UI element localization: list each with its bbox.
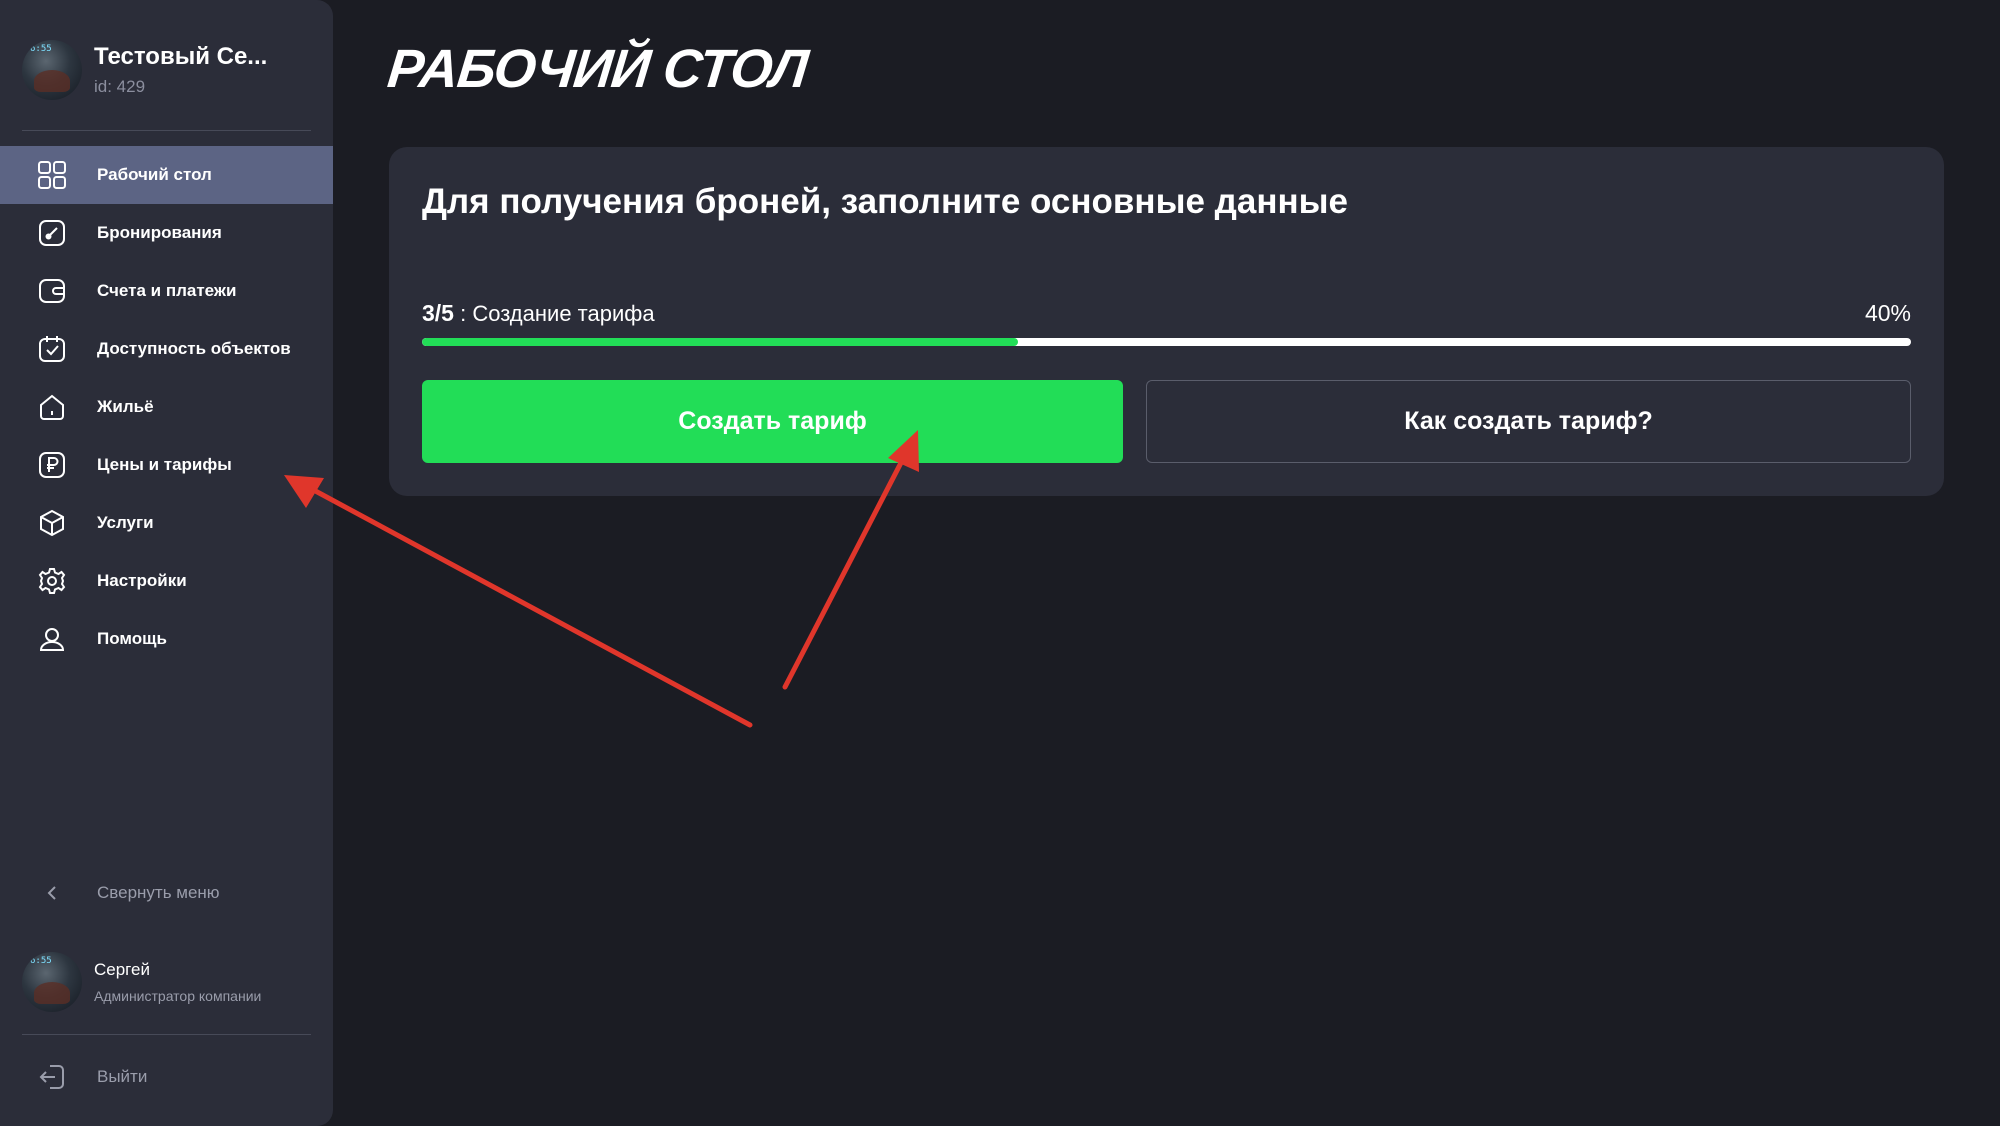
step-number: 3/5 (422, 300, 454, 326)
company-id: id: 429 (94, 77, 146, 96)
company-avatar (22, 40, 82, 100)
app-window: Тестовый Се... id: 429 Рабочий стол (0, 0, 2000, 1126)
user-avatar (22, 952, 82, 1012)
sidebar-item-availability[interactable]: Доступность объектов (0, 320, 333, 378)
sidebar-item-label: Помощь (97, 629, 167, 648)
grid-icon (37, 160, 67, 190)
sidebar-item-label: Доступность объектов (97, 339, 291, 358)
user-role: Администратор компании (94, 988, 262, 1004)
logout-label: Выйти (97, 1067, 148, 1086)
sidebar: Тестовый Се... id: 429 Рабочий стол (0, 0, 333, 1126)
sidebar-item-bookings[interactable]: Бронирования (0, 204, 333, 262)
home-icon (37, 392, 67, 422)
card-title: Для получения броней, заполните основные… (422, 182, 1348, 221)
page-title: РАБОЧИЙ СТОЛ (384, 39, 811, 99)
onboarding-card: Для получения броней, заполните основные… (389, 147, 1944, 496)
sidebar-item-services[interactable]: Услуги (0, 494, 333, 552)
sidebar-item-housing[interactable]: Жильё (0, 378, 333, 436)
ruble-icon (37, 450, 67, 480)
step-separator: : (453, 301, 473, 326)
sidebar-item-prices[interactable]: Цены и тарифы (0, 436, 333, 494)
annotation-arrow (284, 475, 753, 728)
gear-icon (37, 566, 67, 596)
logout-icon (37, 1062, 67, 1092)
sidebar-item-label: Цены и тарифы (97, 455, 232, 474)
step-label: Создание тарифа (472, 301, 655, 326)
sidebar-item-label: Рабочий стол (97, 165, 212, 184)
sidebar-item-dashboard[interactable]: Рабочий стол (0, 146, 333, 204)
box-icon (37, 508, 67, 538)
create-tariff-button[interactable]: Создать тариф (422, 380, 1123, 463)
sidebar-item-help[interactable]: Помощь (0, 610, 333, 668)
user-name: Сергей (94, 960, 150, 979)
how-to-create-tariff-button[interactable]: Как создать тариф? (1146, 380, 1911, 463)
step-indicator: 3/5 : Создание тарифа (422, 300, 655, 327)
divider (22, 1034, 311, 1035)
sidebar-item-label: Услуги (97, 513, 154, 532)
sidebar-item-label: Счета и платежи (97, 281, 237, 300)
user-profile[interactable]: Сергей Администратор компании (22, 952, 261, 1012)
company-name: Тестовый Се... (94, 43, 268, 70)
logout-button[interactable]: Выйти (37, 1062, 147, 1092)
progress-bar (422, 338, 1911, 346)
edit-square-icon (37, 218, 67, 248)
sidebar-nav: Рабочий стол Бронирования Счета и платеж… (0, 146, 333, 668)
collapse-menu-label: Свернуть меню (97, 883, 220, 902)
sidebar-item-settings[interactable]: Настройки (0, 552, 333, 610)
sidebar-item-invoices[interactable]: Счета и платежи (0, 262, 333, 320)
chevron-left-icon (37, 878, 67, 908)
sidebar-item-label: Бронирования (97, 223, 222, 242)
wallet-icon (37, 276, 67, 306)
sidebar-item-label: Настройки (97, 571, 187, 590)
calendar-check-icon (37, 334, 67, 364)
progress-percent: 40% (1864, 300, 1911, 326)
collapse-menu-button[interactable]: Свернуть меню (37, 878, 220, 908)
progress-fill (422, 338, 1018, 346)
company-header[interactable]: Тестовый Се... id: 429 (22, 40, 267, 100)
divider (22, 130, 311, 131)
user-help-icon (37, 624, 67, 654)
sidebar-item-label: Жильё (97, 397, 154, 416)
